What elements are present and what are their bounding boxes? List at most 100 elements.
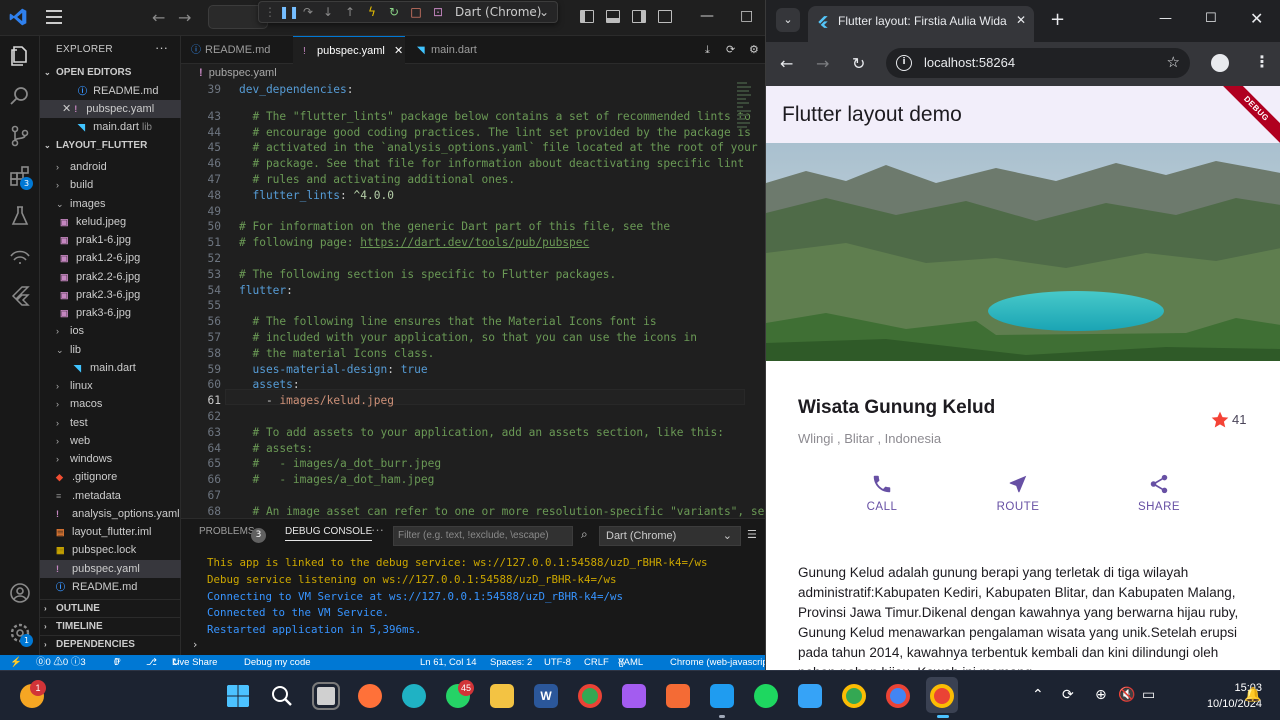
remote-icon[interactable]: ⚡ [10,655,22,670]
bookmark-star-icon[interactable]: ☆ [1167,53,1180,71]
minimap[interactable] [737,82,751,202]
cursor-position-status[interactable]: Ln 61, Col 14 [420,655,477,670]
toggle-secondary-sidebar-icon[interactable] [632,10,646,23]
step-into-icon[interactable]: ↓ [321,5,335,19]
tree-item[interactable]: ▣ prak3-6.jpg [40,304,181,322]
source-control-icon[interactable] [8,124,32,148]
language-globe-icon[interactable]: ⊕ [1095,687,1107,703]
step-out-icon[interactable]: ↑ [343,5,357,19]
dependencies-section[interactable]: › DEPENDENCIES [40,635,181,653]
sync-icon[interactable]: ⟳ [1062,687,1074,703]
flutter-icon[interactable] [8,284,32,308]
more-icon[interactable]: ⚙ [749,43,759,56]
minimize-icon[interactable]: — [1159,11,1172,26]
reload-icon[interactable]: ↻ [852,54,865,73]
hot-reload-icon[interactable]: ϟ [365,5,379,19]
sync-icon[interactable]: ⟳ [726,43,735,56]
tree-item[interactable]: ▤ layout_flutter.iml [40,523,181,541]
tab-search-icon[interactable]: ⌄ [776,8,800,32]
close-window-icon[interactable]: ✕ [1250,9,1263,28]
chrome-tab[interactable]: Flutter layout: Firstia Aulia Wida ✕ [808,6,1034,42]
project-section[interactable]: ⌄ LAYOUT_FLUTTER [40,137,181,155]
task-view-icon[interactable] [312,682,340,710]
open-editors-section[interactable]: ⌄ OPEN EDITORS [40,64,181,82]
toggle-sidebar-icon[interactable] [580,10,594,23]
vscode-taskbar-icon[interactable] [710,684,734,708]
tree-item[interactable]: ⓘ README.md [40,578,181,596]
windows-terminal-icon[interactable] [798,684,822,708]
forward-arrow-icon[interactable]: → [178,8,191,27]
indentation-status[interactable]: Spaces: 2 [490,655,532,670]
battery-icon[interactable]: ▭ [1142,687,1155,703]
chrome-profile-icon[interactable] [578,684,602,708]
testing-icon[interactable] [8,204,32,228]
forward-arrow-icon[interactable]: → [816,54,829,73]
file-explorer-icon[interactable] [490,684,514,708]
tab-readme[interactable]: ⓘ README.md [181,36,293,64]
debug-target-select[interactable]: Dart (Chrome) ⌄ [449,2,557,22]
windows-start-icon[interactable] [226,684,250,708]
open-editor-item[interactable]: ✕ ! pubspec.yaml [40,100,181,118]
site-info-icon[interactable]: i [896,55,912,71]
clear-console-icon[interactable]: ☰ [747,528,757,541]
account-icon[interactable] [8,581,32,605]
problems-status[interactable]: ⓪0 ⚠0 ⓘ3 [36,655,86,670]
tree-item[interactable]: › linux [40,377,181,395]
tree-item[interactable]: ! analysis_options.yaml [40,505,181,523]
chevron-up-icon[interactable]: ⌃ [1032,687,1044,703]
code-editor[interactable]: 39 dev_dependencies: 43 # The "flutter_lin… [181,82,765,518]
device-status[interactable]: Chrome (web-javascript) [670,655,765,670]
stop-icon[interactable]: □ [409,5,423,19]
chrome-icon[interactable] [886,684,910,708]
tree-item[interactable]: ! pubspec.yaml [40,559,181,578]
more-actions-icon[interactable]: ··· [155,40,168,55]
chevron-right-icon[interactable]: › [193,638,197,651]
tab-pubspec[interactable]: ! pubspec.yaml ✕ [293,36,405,64]
tree-item[interactable]: › macos [40,395,181,413]
tree-item[interactable]: › windows [40,450,181,468]
close-tab-icon[interactable]: ✕ [1016,13,1026,27]
close-icon[interactable]: ✕ [394,45,403,57]
chrome-active-icon[interactable] [930,684,954,708]
search-icon[interactable] [270,684,294,708]
problems-tab[interactable]: PROBLEMS [199,526,255,537]
remote-explorer-icon[interactable] [8,244,32,268]
chrome-icon[interactable] [842,684,866,708]
tree-item[interactable]: › test [40,414,181,432]
notification-bell-icon[interactable]: 🔔 [1244,687,1261,703]
tree-item[interactable]: ◆ .gitignore [40,468,181,486]
drag-handle-icon[interactable]: ⋮ [263,5,277,19]
pause-icon[interactable]: ❚❚ [279,5,299,19]
debug-filter-input[interactable]: Filter (e.g. text, !exclude, \escape) [393,526,573,546]
tree-item[interactable]: › build [40,176,181,194]
spotify-icon[interactable] [754,684,778,708]
new-tab-icon[interactable]: + [1050,9,1065,30]
firefox-icon[interactable] [358,684,382,708]
toggle-panel-icon[interactable] [606,10,620,23]
eol-status[interactable]: CRLF [584,655,609,670]
timeline-section[interactable]: › TIMELINE [40,617,181,635]
route-action[interactable]: ROUTE [988,473,1048,513]
debug-status-icon[interactable]: ⎇ [146,655,157,670]
open-editor-item[interactable]: ◥ main.dart lib [40,118,181,136]
copilot-icon[interactable] [622,684,646,708]
maximize-icon[interactable]: □ [740,8,753,24]
chrome-menu-icon[interactable]: ⋮ [1254,52,1270,71]
back-arrow-icon[interactable]: ← [152,8,165,27]
maximize-icon[interactable]: ☐ [1205,11,1217,26]
tree-item[interactable]: ⌄ images [40,195,181,213]
tab-main-dart[interactable]: ◥ main.dart [407,36,507,64]
more-icon[interactable]: ··· [371,522,384,537]
tree-item[interactable]: ▣ prak2.2-6.jpg [40,268,181,286]
debug-my-code-status[interactable]: Debug my code [244,655,311,670]
restart-icon[interactable]: ↻ [387,5,401,19]
tree-item[interactable]: ▣ kelud.jpeg [40,213,181,231]
tree-item[interactable]: ⌄ lib [40,341,181,359]
outline-section[interactable]: › OUTLINE [40,599,181,617]
address-bar[interactable]: i localhost:58264 ☆ [886,48,1190,78]
xampp-icon[interactable] [666,684,690,708]
devtools-icon[interactable]: ⊡ [431,5,445,19]
open-editor-item[interactable]: ⓘ README.md [40,82,181,100]
tree-item[interactable]: ▣ prak1-6.jpg [40,231,181,249]
explorer-icon[interactable] [8,44,32,68]
